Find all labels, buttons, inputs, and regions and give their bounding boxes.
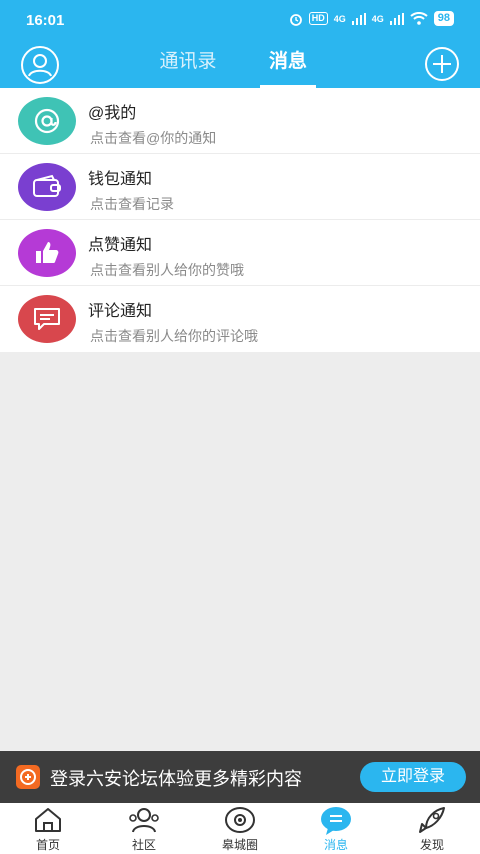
- comment-icon: [18, 295, 76, 343]
- rocket-icon: [419, 807, 445, 833]
- notification-title: @我的: [88, 105, 137, 122]
- list-item-at-me[interactable]: @我的 点击查看@你的通知: [0, 88, 480, 154]
- nav-home[interactable]: 首页: [0, 803, 96, 854]
- wifi-icon: [410, 12, 428, 25]
- notification-subtitle: 点击查看别人给你的评论哦: [90, 328, 258, 344]
- tab-messages[interactable]: 消息: [238, 40, 338, 88]
- notification-title: 点赞通知: [88, 237, 153, 254]
- community-icon: [129, 808, 159, 833]
- nav-label: 消息: [323, 838, 348, 852]
- nav-messages[interactable]: 消息: [288, 803, 384, 854]
- status-icons: HD 4G 4G 98: [289, 11, 454, 26]
- notification-subtitle: 点击查看记录: [90, 196, 174, 212]
- list-item-wallet[interactable]: 钱包通知 点击查看记录: [0, 154, 480, 220]
- tab-contacts[interactable]: 通讯录: [138, 40, 238, 88]
- circle-icon: [225, 807, 255, 833]
- nav-community[interactable]: 社区: [96, 803, 192, 854]
- notification-title: 钱包通知: [88, 171, 153, 188]
- bottom-nav: 首页 社区 皋城圈 消息 发现: [0, 803, 480, 854]
- login-banner: 登录六安论坛体验更多精彩内容 立即登录: [0, 751, 480, 803]
- notification-list: @我的 点击查看@你的通知 钱包通知 点击查看记录 点赞通知 点击查看别人给你的…: [0, 88, 480, 352]
- network-label-2: 4G: [371, 13, 384, 24]
- add-icon[interactable]: [424, 46, 460, 82]
- alarm-icon: [289, 13, 302, 26]
- list-item-likes[interactable]: 点赞通知 点击查看别人给你的赞哦: [0, 220, 480, 286]
- app-logo-icon: [16, 765, 40, 789]
- nav-circle[interactable]: 皋城圈: [192, 803, 288, 854]
- signal-icon-2: [389, 12, 404, 25]
- notification-subtitle: 点击查看别人给你的赞哦: [90, 262, 244, 278]
- nav-label: 首页: [35, 838, 60, 852]
- thumbs-up-icon: [18, 229, 76, 277]
- nav-label: 皋城圈: [221, 838, 258, 852]
- hd-badge: HD: [308, 12, 328, 25]
- top-header: 通讯录 消息: [0, 40, 480, 88]
- at-icon: [18, 97, 76, 145]
- signal-icon: [351, 12, 366, 25]
- nav-label: 发现: [419, 838, 444, 852]
- battery-indicator: 98: [433, 11, 454, 26]
- network-label-1: 4G: [333, 13, 346, 24]
- header-tabs: 通讯录 消息: [138, 40, 338, 88]
- list-item-comments[interactable]: 评论通知 点击查看别人给你的评论哦: [0, 286, 480, 352]
- message-icon: [321, 807, 351, 835]
- wallet-icon: [18, 163, 76, 211]
- banner-text: 登录六安论坛体验更多精彩内容: [50, 769, 302, 789]
- home-icon: [35, 808, 61, 832]
- notification-subtitle: 点击查看@你的通知: [90, 130, 217, 146]
- nav-discover[interactable]: 发现: [384, 803, 480, 854]
- notification-title: 评论通知: [88, 303, 153, 320]
- status-time: 16:01: [26, 12, 65, 29]
- login-button[interactable]: 立即登录: [360, 762, 466, 792]
- status-bar: 16:01 HD 4G 4G 98: [0, 0, 480, 40]
- nav-label: 社区: [131, 838, 156, 852]
- user-avatar-icon[interactable]: [20, 45, 60, 85]
